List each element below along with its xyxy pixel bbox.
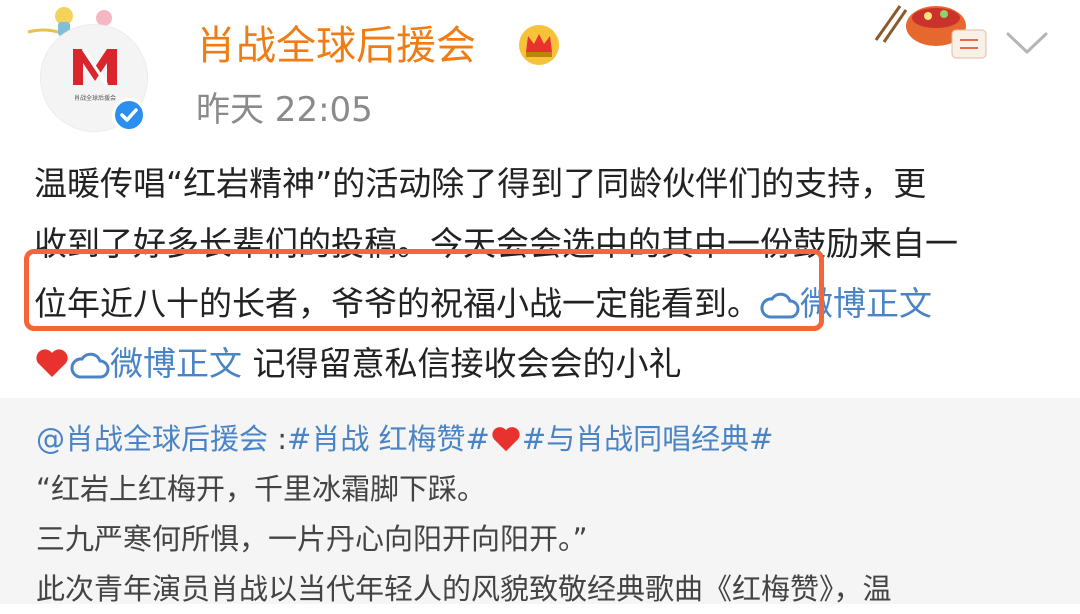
- repost-line: 三九严寒何所惧，一片丹心向阳开向阳开。”: [36, 522, 588, 556]
- repost-line: @肖战全球后援会 :#肖战 红梅赞# #与肖战同唱经典#: [36, 414, 1066, 464]
- repost-line: “红岩上红梅开，千里冰霜脚下踩。: [36, 472, 487, 506]
- repost-line: 此次青年演员肖战以当代年轻人的风貌致敬经典歌曲《红梅赞》，温: [36, 572, 892, 606]
- highlight-annotation-box: [24, 249, 824, 331]
- post-body-text: 记得留意私信接收会会的小礼: [242, 344, 682, 383]
- verified-badge-icon: [112, 98, 146, 132]
- chevron-down-icon[interactable]: [1004, 28, 1050, 58]
- avatar-logo-icon: [73, 48, 117, 86]
- repost-card[interactable]: @肖战全球后援会 :#肖战 红梅赞# #与肖战同唱经典# “红岩上红梅开，千里冰霜…: [0, 398, 1080, 606]
- post-header: 肖战全球后援会 肖战全球后援会 昨天 22:05: [0, 0, 1080, 150]
- repost-mention-link[interactable]: @肖战全球后援会: [36, 422, 268, 456]
- weibo-body-link[interactable]: 微博正文: [70, 344, 242, 383]
- repost-separator: :: [268, 422, 288, 456]
- post-body-line: 微博正文 记得留意私信接收会会的小礼: [34, 334, 1064, 394]
- heart-icon: [492, 427, 520, 452]
- heart-icon: [36, 349, 68, 377]
- weibo-body-link-label[interactable]: 微博正文: [110, 344, 242, 383]
- repost-body: @肖战全球后援会 :#肖战 红梅赞# #与肖战同唱经典# “红岩上红梅开，千里冰霜…: [36, 414, 1066, 614]
- post-body-line: 温暖传唱“红岩精神”的活动除了得到了同龄伙伴们的支持，更: [34, 164, 927, 203]
- hashtag-link[interactable]: #肖战 红梅赞#: [287, 422, 490, 456]
- crown-icon: [519, 25, 559, 65]
- cloud-link-icon: [70, 352, 110, 379]
- food-deco-icon: [874, 5, 987, 59]
- post-timestamp: 昨天 22:05: [196, 90, 373, 130]
- username[interactable]: 肖战全球后援会: [196, 20, 476, 72]
- hashtag-link[interactable]: #与肖战同唱经典#: [522, 422, 774, 456]
